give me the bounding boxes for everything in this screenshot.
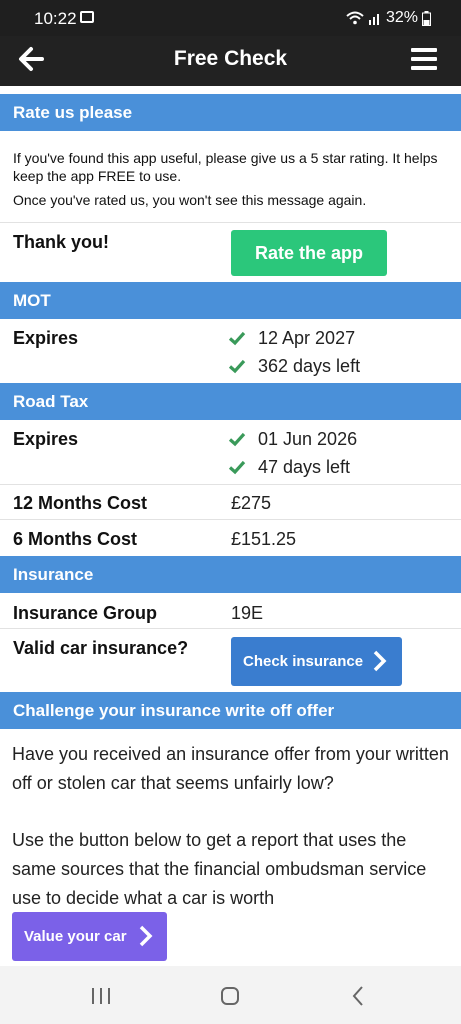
tax-6-month-value: £151.25	[231, 529, 297, 549]
chevron-right-icon	[373, 650, 387, 672]
system-nav-bar	[0, 966, 461, 1024]
insurance-group-label: Insurance Group	[13, 603, 158, 623]
insurance-section-header: Insurance	[0, 556, 461, 593]
status-bar: 10:22 32%	[0, 0, 461, 36]
check-icon	[228, 460, 246, 475]
mot-days-left: 362 days left	[258, 356, 361, 376]
tax-6-month-label: 6 Months Cost	[13, 529, 137, 549]
valid-insurance-label: Valid car insurance?	[13, 638, 189, 658]
page-title: Free Check	[173, 47, 288, 70]
status-right: 32%	[346, 9, 431, 27]
check-icon	[228, 432, 246, 447]
battery-icon	[422, 10, 431, 26]
mot-section-header: MOT	[0, 282, 461, 319]
check-icon	[228, 331, 246, 346]
value-your-car-button[interactable]: Value your car	[12, 912, 167, 961]
hamburger-menu-icon[interactable]	[411, 48, 437, 70]
tax-expires-label: Expires	[13, 429, 79, 449]
home-icon[interactable]	[219, 985, 241, 1007]
value-your-car-label: Value your car	[24, 928, 127, 945]
tax-12-month-value: £275	[231, 493, 272, 513]
road-tax-section-header: Road Tax	[0, 383, 461, 420]
gallery-icon	[80, 11, 94, 23]
chevron-right-icon	[139, 925, 153, 947]
rate-message: If you've found this app useful, please …	[13, 150, 438, 184]
rate-message-2: Once you've rated us, you won't see this…	[13, 192, 367, 208]
insurance-group-value: 19E	[231, 603, 264, 623]
signal-icon	[368, 14, 379, 25]
check-insurance-label: Check insurance	[243, 653, 364, 670]
challenge-paragraph-1: Have you received an insurance offer fro…	[12, 744, 449, 793]
rate-section-header: Rate us please	[0, 94, 461, 131]
recent-apps-icon[interactable]	[90, 986, 112, 1006]
thank-you-label: Thank you!	[13, 232, 110, 252]
mot-expires-label: Expires	[13, 328, 79, 348]
battery-percent: 32%	[385, 9, 418, 26]
challenge-paragraph-2: Use the button below to get a report tha…	[12, 830, 427, 908]
tax-12-month-label: 12 Months Cost	[13, 493, 148, 513]
back-nav-icon[interactable]	[350, 985, 366, 1007]
status-time: 10:22	[34, 9, 77, 28]
challenge-section-header: Challenge your insurance write off offer	[0, 692, 461, 729]
mot-expiry-date: 12 Apr 2027	[258, 328, 356, 348]
check-insurance-button[interactable]: Check insurance	[231, 637, 402, 686]
rate-app-button[interactable]: Rate the app	[231, 230, 387, 276]
check-icon	[228, 359, 246, 374]
tax-expiry-date: 01 Jun 2026	[258, 429, 358, 449]
tax-days-left: 47 days left	[258, 457, 351, 477]
app-toolbar: Free Check	[0, 36, 461, 86]
wifi-icon	[346, 11, 364, 25]
